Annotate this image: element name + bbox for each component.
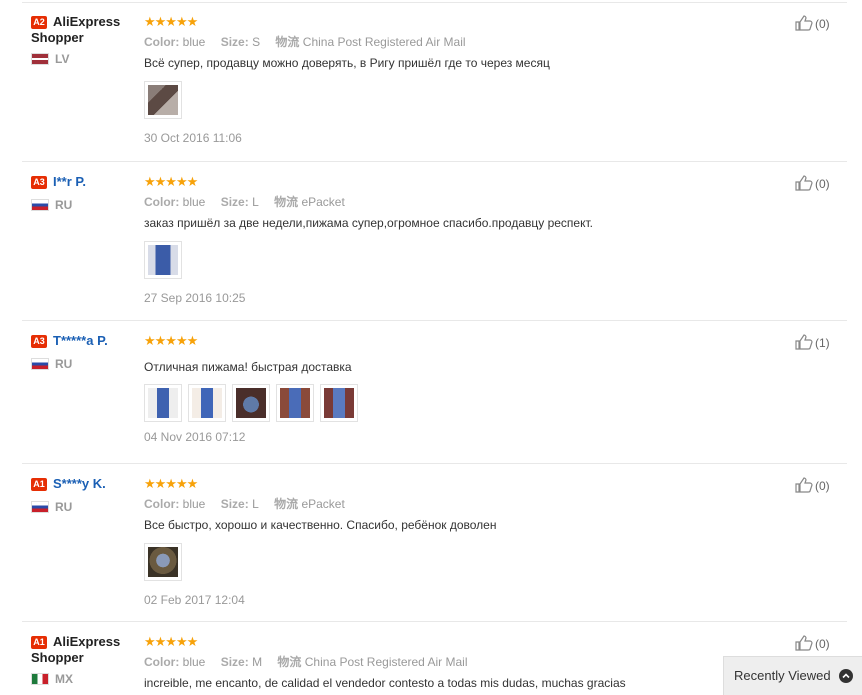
color-value: blue (182, 655, 206, 669)
mexico-flag-icon (31, 673, 49, 685)
star-rating: ★★★★★ (144, 174, 198, 189)
color-value: blue (182, 497, 206, 511)
helpful-button[interactable]: (0) (795, 175, 830, 193)
chevron-up-icon (839, 669, 853, 683)
recently-viewed-button[interactable]: Recently Viewed (723, 656, 862, 695)
logistics-value: ePacket (301, 497, 345, 511)
review-date: 02 Feb 2017 12:04 (144, 593, 245, 607)
recently-viewed-label: Recently Viewed (734, 668, 831, 683)
logistics-value: China Post Registered Air Mail (302, 35, 466, 49)
review-date: 27 Sep 2016 10:25 (144, 291, 246, 305)
order-attributes: Color: blue Size: M 物流 China Post Regist… (144, 655, 468, 669)
buyer-level-badge: A2 (31, 16, 47, 29)
buyer-level-badge: A3 (31, 335, 47, 348)
reviewer-info: A1 S****y K. RU (31, 476, 141, 514)
order-attributes: Color: blue Size: S 物流 China Post Regist… (144, 35, 466, 49)
helpful-button[interactable]: (0) (795, 635, 830, 653)
helpful-button[interactable]: (0) (795, 15, 830, 33)
size-value: L (252, 497, 259, 511)
review-text: increible, me encanto, de calidad el ven… (144, 676, 626, 690)
review-photo[interactable] (320, 384, 358, 422)
review-item: A3 I**r P. RU ★★★★★ Color: blue Size: L 物… (22, 162, 847, 321)
review-body: ★★★★★ Color: blue Size: S 物流 China Post … (144, 14, 744, 145)
reviewer-country: MX (31, 672, 141, 686)
review-photos (144, 81, 744, 119)
reviewer-name[interactable]: A1 AliExpress Shopper (31, 634, 141, 666)
buyer-level-badge: A1 (31, 478, 47, 491)
reviewer-info: A2 AliExpress Shopper LV (31, 14, 141, 66)
reviewer-name[interactable]: A1 S****y K. (31, 476, 141, 492)
review-photos (144, 384, 744, 422)
star-rating: ★★★★★ (144, 476, 198, 491)
thumbs-up-icon (795, 635, 813, 651)
reviewer-country: RU (31, 198, 141, 212)
review-photo[interactable] (144, 81, 182, 119)
color-value: blue (182, 195, 206, 209)
review-date: 04 Nov 2016 07:12 (144, 430, 246, 444)
reviewer-info: A3 T*****a P. RU (31, 333, 141, 371)
latvia-flag-icon (31, 53, 49, 65)
review-item: A1 S****y K. RU ★★★★★ Color: blue Size: L… (22, 464, 847, 622)
review-text: заказ пришёл за две недели,пижама супер,… (144, 216, 593, 230)
order-attributes: Color: blue Size: L 物流 ePacket (144, 195, 345, 209)
thumbs-up-icon (795, 15, 813, 31)
thumbs-up-icon (795, 334, 813, 350)
review-date: 30 Oct 2016 11:06 (144, 131, 242, 145)
reviewer-country: RU (31, 500, 141, 514)
review-body: ★★★★★ Отличная пижама! быстрая доставка … (144, 333, 744, 444)
star-rating: ★★★★★ (144, 634, 198, 649)
review-photo[interactable] (188, 384, 226, 422)
review-body: ★★★★★ Color: blue Size: M 物流 China Post … (144, 634, 744, 691)
reviewer-name[interactable]: A2 AliExpress Shopper (31, 14, 141, 46)
review-photo[interactable] (144, 384, 182, 422)
reviewer-info: A3 I**r P. RU (31, 174, 141, 212)
review-photo[interactable] (144, 241, 182, 279)
order-attributes: Color: blue Size: L 物流 ePacket (144, 497, 345, 511)
reviewer-name[interactable]: A3 T*****a P. (31, 333, 141, 349)
review-photos (144, 241, 744, 279)
star-rating: ★★★★★ (144, 333, 198, 348)
reviewer-info: A1 AliExpress Shopper MX (31, 634, 141, 686)
thumbs-up-icon (795, 175, 813, 191)
reviewer-name[interactable]: A3 I**r P. (31, 174, 141, 190)
reviewer-country: RU (31, 357, 141, 371)
size-value: S (252, 35, 261, 49)
size-value: L (252, 195, 259, 209)
star-rating: ★★★★★ (144, 14, 198, 29)
review-text: Все быстро, хорошо и качественно. Спасиб… (144, 518, 497, 532)
logistics-value: China Post Registered Air Mail (304, 655, 468, 669)
logistics-value: ePacket (301, 195, 345, 209)
reviewer-country: LV (31, 52, 141, 66)
russia-flag-icon (31, 358, 49, 370)
review-photo[interactable] (276, 384, 314, 422)
review-photo[interactable] (144, 543, 182, 581)
russia-flag-icon (31, 199, 49, 211)
helpful-button[interactable]: (0) (795, 477, 830, 495)
review-body: ★★★★★ Color: blue Size: L 物流 ePacket Все… (144, 476, 744, 607)
review-text: Отличная пижама! быстрая доставка (144, 360, 352, 374)
buyer-level-badge: A1 (31, 636, 47, 649)
size-value: M (252, 655, 263, 669)
color-value: blue (182, 35, 206, 49)
review-body: ★★★★★ Color: blue Size: L 物流 ePacket зак… (144, 174, 744, 305)
russia-flag-icon (31, 501, 49, 513)
review-text: Всё супер, продавцу можно доверять, в Ри… (144, 56, 550, 70)
review-photos (144, 543, 744, 581)
buyer-level-badge: A3 (31, 176, 47, 189)
helpful-button[interactable]: (1) (795, 334, 830, 352)
thumbs-up-icon (795, 477, 813, 493)
review-item: A3 T*****a P. RU ★★★★★ Отличная пижама! б… (22, 321, 847, 464)
review-item: A2 AliExpress Shopper LV ★★★★★ Color: blu… (22, 2, 847, 162)
review-photo[interactable] (232, 384, 270, 422)
